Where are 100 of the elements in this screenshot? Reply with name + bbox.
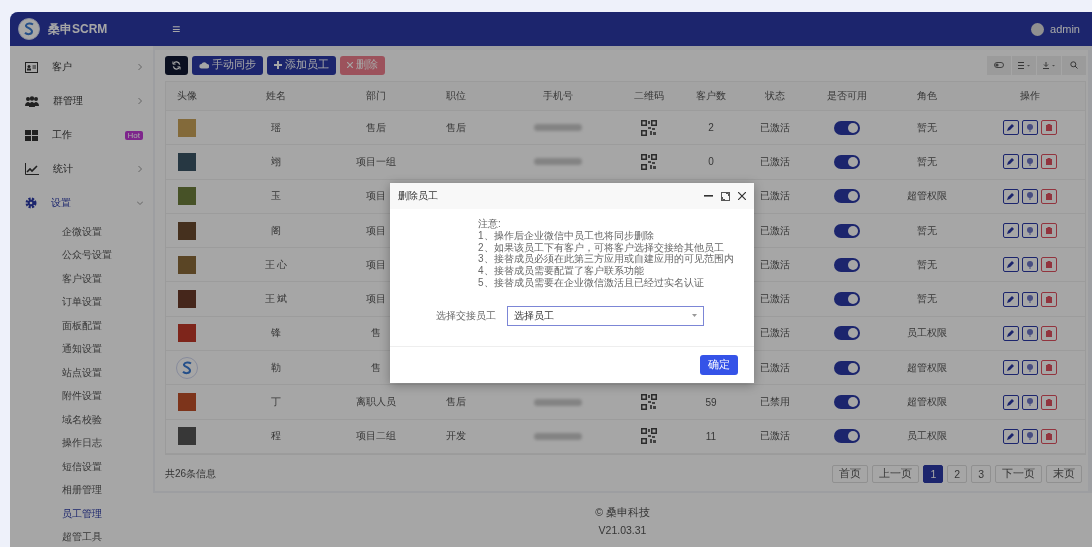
delete-button[interactable] bbox=[1040, 154, 1057, 170]
edit-button[interactable] bbox=[1002, 188, 1019, 204]
location-button[interactable] bbox=[1021, 291, 1038, 307]
location-button[interactable] bbox=[1021, 325, 1038, 341]
delete-button[interactable] bbox=[1040, 291, 1057, 307]
toggle-switch[interactable] bbox=[834, 120, 860, 135]
table-cell: 员工权限 bbox=[907, 429, 947, 444]
location-button[interactable] bbox=[1021, 154, 1038, 170]
submenu-item[interactable]: 订单设置 bbox=[10, 290, 153, 314]
record-count: 共26条信息 bbox=[165, 466, 217, 481]
edit-button[interactable] bbox=[1002, 257, 1019, 273]
delete-button[interactable] bbox=[1040, 360, 1057, 376]
user-name[interactable]: admin bbox=[1050, 23, 1080, 35]
notice-text: 1、操作后企业微信中员工也将同步删除 bbox=[478, 229, 655, 242]
delete-button[interactable] bbox=[1040, 188, 1057, 204]
sidebar-item[interactable]: 群管理 bbox=[10, 84, 153, 118]
table-cell: 售后 bbox=[446, 120, 466, 135]
table-cell: 售 bbox=[371, 360, 381, 375]
photo-placeholder bbox=[178, 221, 196, 240]
sidebar-item[interactable]: 统计 bbox=[10, 152, 153, 186]
page-button[interactable]: 末页 bbox=[1046, 464, 1082, 483]
submenu-item[interactable]: 企微设置 bbox=[10, 220, 153, 244]
logo-icon bbox=[18, 18, 40, 40]
location-button[interactable] bbox=[1021, 223, 1038, 239]
delete-button[interactable] bbox=[1040, 428, 1057, 444]
refresh-icon bbox=[172, 60, 181, 70]
user-avatar[interactable] bbox=[1031, 22, 1045, 36]
location-button[interactable] bbox=[1021, 188, 1038, 204]
edit-button[interactable] bbox=[1002, 154, 1019, 170]
columns-button[interactable] bbox=[1012, 55, 1036, 75]
edit-button[interactable] bbox=[1002, 223, 1019, 239]
sidebar-item[interactable]: 客户 bbox=[10, 50, 153, 84]
notice-text: 2、如果该员工下有客户，可将客户选择交接给其他员工 bbox=[478, 241, 725, 254]
submenu-item[interactable]: 超管工具 bbox=[10, 525, 153, 547]
sidebar-item[interactable]: 工作 Hot bbox=[10, 118, 153, 152]
toggle-switch[interactable] bbox=[834, 257, 860, 272]
delete-button[interactable] bbox=[1040, 223, 1057, 239]
submenu-item[interactable]: 公众号设置 bbox=[10, 243, 153, 267]
employee-select[interactable]: 选择员工 bbox=[507, 305, 704, 326]
submenu-item[interactable]: 员工管理 bbox=[10, 502, 153, 526]
toggle-switch[interactable] bbox=[834, 360, 860, 375]
submenu-item[interactable]: 短信设置 bbox=[10, 455, 153, 479]
submenu-item[interactable]: 域名校验 bbox=[10, 408, 153, 432]
table-cell: 暂无 bbox=[917, 120, 937, 135]
trash-icon bbox=[1045, 227, 1052, 235]
search-button[interactable] bbox=[1062, 55, 1086, 75]
edit-button[interactable] bbox=[1002, 360, 1019, 376]
table-cell: 项目 bbox=[366, 292, 386, 307]
edit-button[interactable] bbox=[1002, 325, 1019, 341]
location-button[interactable] bbox=[1021, 120, 1038, 136]
refresh-button[interactable] bbox=[165, 55, 188, 75]
submenu-item[interactable]: 相册管理 bbox=[10, 478, 153, 502]
confirm-button[interactable]: 确定 bbox=[700, 355, 738, 375]
trash-icon bbox=[1045, 261, 1052, 269]
edit-button[interactable] bbox=[1002, 428, 1019, 444]
page-button[interactable]: 上一页 bbox=[872, 464, 920, 483]
table-cell: 项目一组 bbox=[356, 154, 396, 169]
toggle-switch[interactable] bbox=[834, 292, 860, 307]
toggle-switch[interactable] bbox=[834, 189, 860, 204]
add-button[interactable]: 添加员工 bbox=[267, 55, 336, 75]
sync-button[interactable]: 手动同步 bbox=[192, 55, 263, 75]
submenu-item[interactable]: 面板配置 bbox=[10, 314, 153, 338]
photo-placeholder bbox=[178, 427, 196, 446]
toggle-switch[interactable] bbox=[834, 223, 860, 238]
menu-toggle[interactable]: ≡ bbox=[172, 21, 181, 37]
table-cell: 王 心 bbox=[264, 257, 288, 272]
sidebar-item[interactable]: 设置 bbox=[10, 186, 153, 220]
submenu-item[interactable]: 操作日志 bbox=[10, 431, 153, 455]
submenu-item[interactable]: 站点设置 bbox=[10, 361, 153, 385]
maximize-icon[interactable] bbox=[721, 191, 730, 201]
submenu-item[interactable]: 附件设置 bbox=[10, 384, 153, 408]
location-button[interactable] bbox=[1021, 360, 1038, 376]
toggle-icon bbox=[994, 62, 1004, 68]
page-button[interactable]: 首页 bbox=[832, 464, 869, 483]
toggle-switch[interactable] bbox=[834, 429, 860, 444]
submenu-item[interactable]: 客户设置 bbox=[10, 267, 153, 291]
toggle-switch[interactable] bbox=[834, 395, 860, 409]
delete-button[interactable] bbox=[1040, 394, 1057, 410]
page-button[interactable]: 2 bbox=[947, 464, 968, 483]
location-button[interactable] bbox=[1021, 257, 1038, 273]
toggle-switch[interactable] bbox=[834, 154, 860, 169]
location-button[interactable] bbox=[1021, 428, 1038, 444]
toggle-switch[interactable] bbox=[834, 326, 860, 341]
toggle-view-button[interactable] bbox=[987, 55, 1011, 75]
submenu-item[interactable]: 通知设置 bbox=[10, 337, 153, 361]
edit-button[interactable] bbox=[1002, 291, 1019, 307]
pencil-icon bbox=[1007, 227, 1014, 235]
edit-button[interactable] bbox=[1002, 394, 1019, 410]
close-icon[interactable] bbox=[738, 192, 746, 200]
delete-button[interactable] bbox=[1040, 325, 1057, 341]
minimize-icon[interactable] bbox=[704, 195, 713, 197]
edit-button[interactable] bbox=[1002, 120, 1019, 136]
page-button[interactable]: 1 bbox=[923, 464, 944, 483]
location-button[interactable] bbox=[1021, 394, 1038, 410]
delete-button[interactable] bbox=[1040, 257, 1057, 273]
delete-button[interactable] bbox=[1040, 120, 1057, 136]
page-button[interactable]: 下一页 bbox=[995, 464, 1042, 483]
download-icon bbox=[1043, 61, 1055, 69]
page-button[interactable]: 3 bbox=[971, 464, 991, 483]
table-cell: 已禁用 bbox=[760, 395, 790, 409]
